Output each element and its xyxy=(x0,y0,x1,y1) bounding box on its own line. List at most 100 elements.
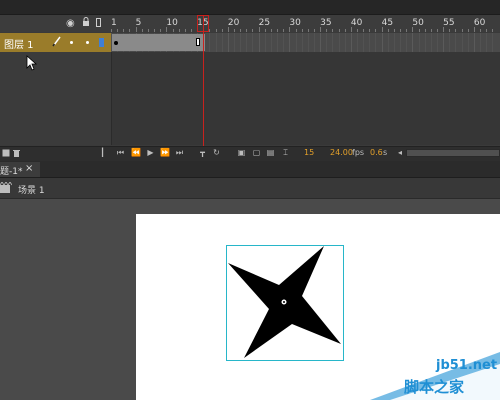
frame-cell[interactable] xyxy=(406,33,408,52)
ruler-label: 1 xyxy=(111,18,117,28)
onion-outline-icon[interactable]: ▢ xyxy=(252,149,261,157)
frame-cell[interactable] xyxy=(461,33,463,52)
ruler-tick xyxy=(449,29,451,32)
frame-cell[interactable] xyxy=(320,33,322,52)
outline-icon[interactable] xyxy=(96,18,101,27)
frame-cell[interactable] xyxy=(313,33,315,52)
ruler-label: 20 xyxy=(227,18,240,28)
frame-cell[interactable] xyxy=(270,33,272,52)
document-tab-label[interactable]: 题-1* xyxy=(0,164,22,177)
first-frame-icon[interactable]: ⏮ xyxy=(116,149,125,157)
ruler-tick xyxy=(467,29,469,32)
frame-cell[interactable] xyxy=(436,33,438,52)
keyframe-dot[interactable] xyxy=(114,41,118,45)
frame-cell[interactable] xyxy=(393,33,395,52)
current-frame[interactable]: 15 xyxy=(304,148,314,157)
loop-icon[interactable]: ↻ xyxy=(212,149,221,157)
lock-icon[interactable] xyxy=(82,17,89,26)
frame-cell[interactable] xyxy=(240,33,242,52)
frame-cell[interactable] xyxy=(369,33,371,52)
fps-value[interactable]: 24.00 xyxy=(330,148,353,157)
frame-cell[interactable] xyxy=(209,33,211,52)
ruler-label: 30 xyxy=(289,18,301,28)
delete-layer-icon[interactable] xyxy=(12,149,21,157)
frame-cell[interactable] xyxy=(350,33,352,52)
frame-cell[interactable] xyxy=(486,33,488,52)
frame-cell[interactable] xyxy=(338,33,340,52)
frame-cell[interactable] xyxy=(295,33,297,52)
play-icon[interactable]: ▶ xyxy=(146,149,155,157)
frame-cell[interactable] xyxy=(375,33,377,52)
frame-cell[interactable] xyxy=(357,33,358,52)
layer-name[interactable]: 图层 1 xyxy=(4,36,34,51)
frame-cell[interactable] xyxy=(283,33,285,52)
layer-panel[interactable] xyxy=(0,52,112,145)
playhead-handle[interactable] xyxy=(197,15,209,32)
frame-cell[interactable] xyxy=(221,33,223,52)
frame-cell[interactable] xyxy=(412,33,414,52)
frame-cell[interactable] xyxy=(467,33,469,52)
frame-cell[interactable] xyxy=(344,33,346,52)
eye-icon[interactable]: ◉ xyxy=(66,18,75,29)
frame-cell[interactable] xyxy=(234,33,235,52)
onion-skin-icon[interactable]: ▣ xyxy=(237,149,246,157)
layer-visible-dot[interactable] xyxy=(70,41,73,44)
frame-cell[interactable] xyxy=(227,33,229,52)
frame-cell[interactable] xyxy=(252,33,254,52)
keyframe-span[interactable] xyxy=(112,34,205,51)
frame-cell[interactable] xyxy=(400,33,402,52)
center-frame-icon[interactable]: ┳ xyxy=(198,149,207,157)
onion-markers-icon[interactable]: ⌶ xyxy=(281,149,290,157)
frame-cell[interactable] xyxy=(443,33,445,52)
frame-cell[interactable] xyxy=(449,33,451,52)
frame-cell[interactable] xyxy=(387,33,389,52)
document-tab-bar xyxy=(0,161,500,178)
scrub-handle-icon[interactable]: ┃ xyxy=(98,149,107,157)
horizontal-scrollbar[interactable] xyxy=(406,149,500,157)
end-frame-marker[interactable] xyxy=(196,38,200,46)
layer-color-swatch[interactable] xyxy=(99,38,104,47)
ruler-tick xyxy=(363,29,365,32)
new-layer-icon[interactable] xyxy=(1,149,10,157)
frame-cell[interactable] xyxy=(301,33,303,52)
ruler-tick xyxy=(240,29,242,32)
frame-cell[interactable] xyxy=(424,33,426,52)
frame-cell[interactable] xyxy=(363,33,365,52)
frame-ruler[interactable]: 151015202530354045505560 xyxy=(111,15,500,32)
scene-label[interactable]: 场景 1 xyxy=(18,183,45,196)
frame-cell[interactable] xyxy=(492,33,494,52)
scroll-left-icon[interactable]: ◂ xyxy=(398,148,402,157)
ruler-tick xyxy=(190,29,192,32)
frame-cell[interactable] xyxy=(381,33,383,52)
step-forward-icon[interactable]: ⏩ xyxy=(160,149,170,157)
frames-area[interactable] xyxy=(112,52,500,145)
step-back-icon[interactable]: ⏪ xyxy=(131,149,141,157)
frame-cell[interactable] xyxy=(264,33,266,52)
frame-cell[interactable] xyxy=(307,33,309,52)
ruler-tick xyxy=(412,27,414,32)
ruler-tick xyxy=(461,29,463,32)
frame-cell[interactable] xyxy=(215,33,217,52)
star-shape[interactable] xyxy=(226,245,344,361)
frame-cell[interactable] xyxy=(258,33,260,52)
frame-cell[interactable] xyxy=(418,33,420,52)
close-icon[interactable]: × xyxy=(25,163,33,174)
frame-cell[interactable] xyxy=(289,33,291,52)
frame-cell[interactable] xyxy=(246,33,248,52)
frame-cell[interactable] xyxy=(277,33,279,52)
watermark-brand: 脚本之家 xyxy=(404,378,465,396)
frame-cell[interactable] xyxy=(332,33,334,52)
last-frame-icon[interactable]: ⏭ xyxy=(175,149,184,157)
frame-cell[interactable] xyxy=(455,33,457,52)
frame-cell[interactable] xyxy=(480,33,481,52)
elapsed-time[interactable]: 0.6 xyxy=(370,148,383,157)
layer-row[interactable]: 图层 1 xyxy=(0,33,111,52)
scene-icon[interactable] xyxy=(0,181,13,196)
document-tab[interactable]: 题-1* × xyxy=(0,162,40,177)
edit-multiple-icon[interactable]: ▤ xyxy=(266,149,275,157)
playhead[interactable] xyxy=(203,15,204,146)
layer-lock-dot[interactable] xyxy=(86,41,89,44)
frame-cell[interactable] xyxy=(430,33,432,52)
frame-cell[interactable] xyxy=(473,33,475,52)
frame-cell[interactable] xyxy=(326,33,328,52)
